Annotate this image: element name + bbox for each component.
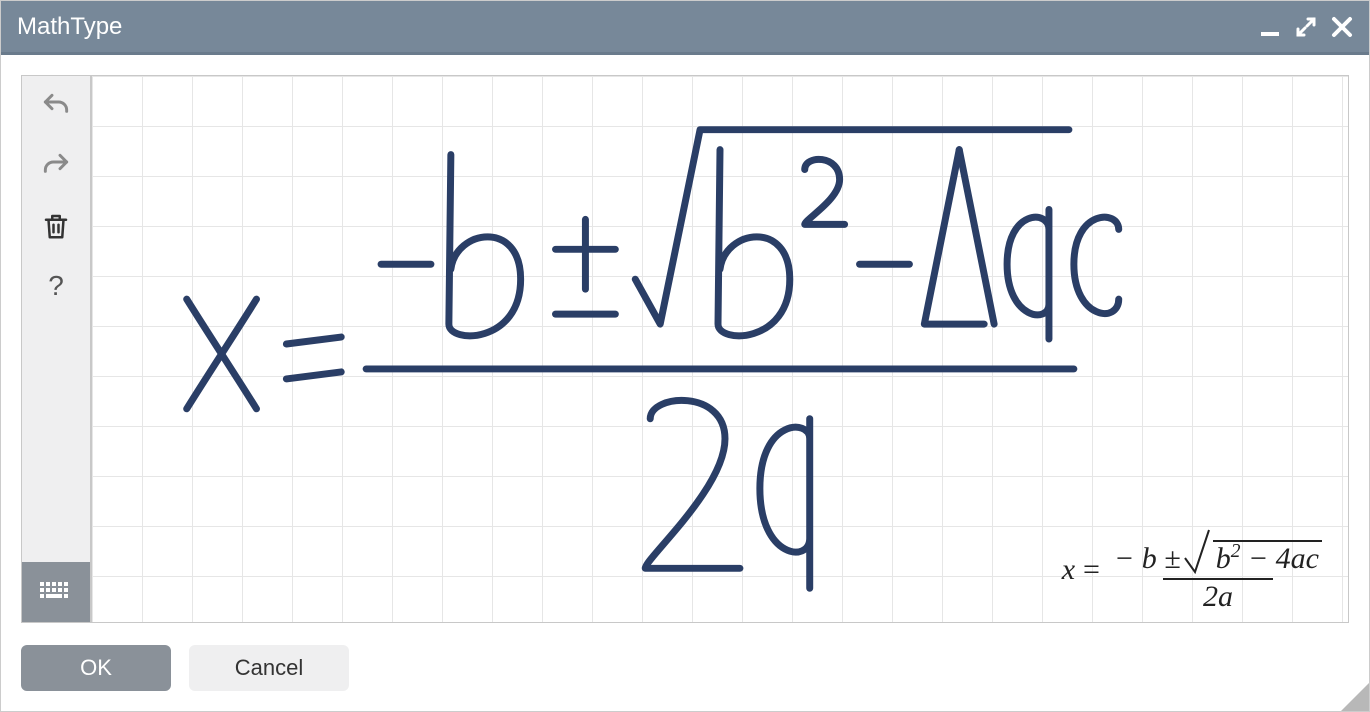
footer: OK Cancel <box>17 645 1353 695</box>
preview-radicand: b2 − 4ac <box>1213 540 1322 574</box>
window-title: MathType <box>17 13 122 41</box>
undo-button[interactable] <box>22 76 90 136</box>
redo-button[interactable] <box>22 136 90 196</box>
help-label: ? <box>48 270 64 302</box>
delete-button[interactable] <box>22 196 90 256</box>
close-icon[interactable] <box>1331 16 1353 38</box>
keyboard-button[interactable] <box>22 562 90 622</box>
preview-numerator: − b ± b2 − 4ac <box>1108 528 1328 578</box>
preview-num-prefix: − b ± <box>1114 544 1181 574</box>
resize-handle-icon[interactable] <box>1341 683 1369 711</box>
toolbar-spacer <box>22 316 90 562</box>
minimize-icon[interactable] <box>1259 16 1281 38</box>
side-toolbar: ? <box>21 75 91 623</box>
editor-area: ? <box>17 71 1353 627</box>
help-button[interactable]: ? <box>22 256 90 316</box>
ok-button[interactable]: OK <box>21 645 171 691</box>
cancel-button[interactable]: Cancel <box>189 645 349 691</box>
preview-lhs: x <box>1062 555 1075 585</box>
rendered-preview: x = − b ± b2 − 4ac <box>1062 528 1328 612</box>
maximize-icon[interactable] <box>1295 16 1317 38</box>
preview-denominator: 2a <box>1163 578 1273 612</box>
preview-fraction: − b ± b2 − 4ac 2a <box>1108 528 1328 612</box>
handwriting-canvas[interactable]: x = − b ± b2 − 4ac <box>91 75 1349 623</box>
window-controls <box>1259 16 1353 38</box>
window-body: ? <box>1 55 1369 711</box>
titlebar: MathType <box>1 1 1369 55</box>
mathtype-window: MathType <box>0 0 1370 712</box>
preview-eq: = <box>1083 555 1100 585</box>
sqrt-icon <box>1183 528 1211 574</box>
